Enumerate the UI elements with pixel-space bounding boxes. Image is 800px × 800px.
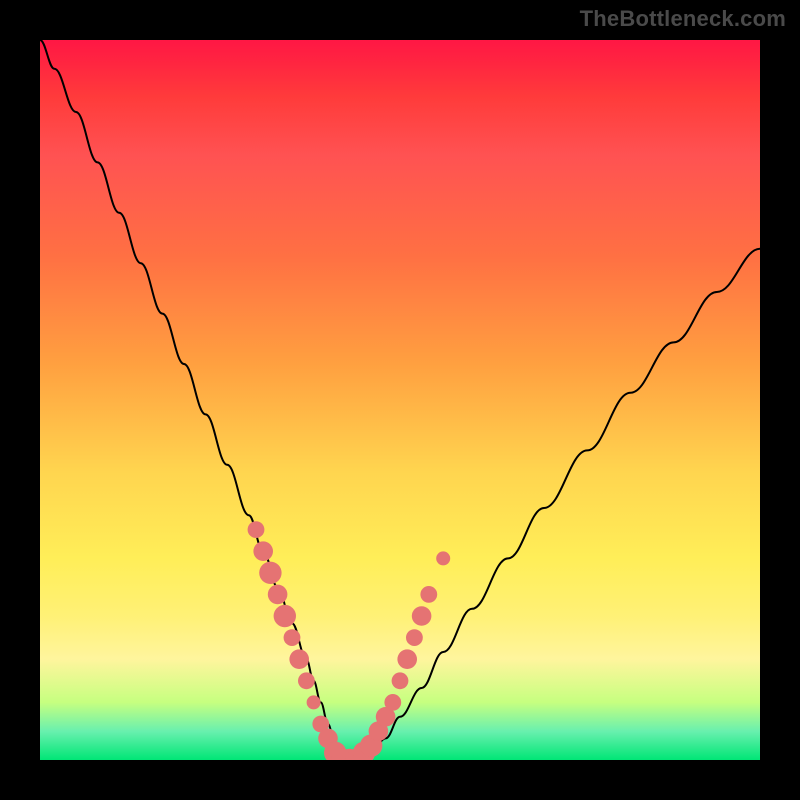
marker-dot xyxy=(298,672,315,689)
bottleneck-curve xyxy=(40,40,760,760)
marker-dot xyxy=(289,649,309,669)
marker-dot xyxy=(307,695,321,709)
marker-dot xyxy=(253,541,273,561)
watermark: TheBottleneck.com xyxy=(580,6,786,32)
marker-dot xyxy=(420,586,437,603)
marker-dot xyxy=(406,629,423,646)
marker-dot xyxy=(384,694,401,711)
marker-dot xyxy=(268,585,288,605)
marker-dot xyxy=(284,629,301,646)
marker-dot xyxy=(259,562,281,584)
marker-group xyxy=(248,521,451,760)
marker-dot xyxy=(397,649,417,669)
marker-dot xyxy=(274,605,296,627)
marker-dot xyxy=(412,606,432,626)
marker-dot xyxy=(248,521,265,538)
marker-dot xyxy=(436,551,450,565)
marker-dot xyxy=(392,672,409,689)
plot-area xyxy=(40,40,760,760)
chart-frame: TheBottleneck.com xyxy=(0,0,800,800)
curve-svg xyxy=(40,40,760,760)
